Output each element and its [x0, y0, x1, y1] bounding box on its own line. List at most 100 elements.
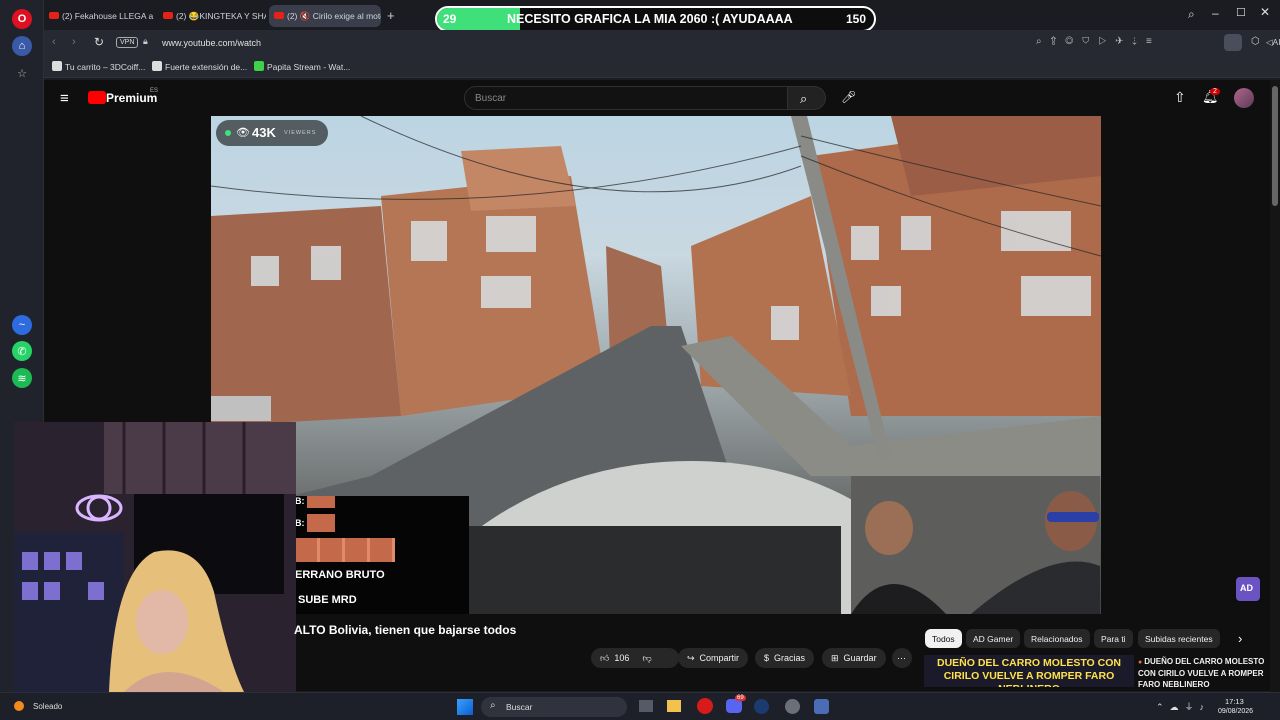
settings-gear-icon[interactable]: [814, 699, 829, 714]
tab-kingteka[interactable]: (2) 😂KINGTEKA Y SHAKA: [158, 5, 266, 27]
related-video-title[interactable]: ● DUEÑO DEL CARRO MOLESTO CON CIRILO VUE…: [1138, 656, 1266, 688]
save-icon: ⊞: [831, 652, 839, 663]
chip-for-you[interactable]: Para ti: [1094, 629, 1133, 648]
youtube-logo-icon[interactable]: [88, 91, 106, 104]
video-title: ALTO Bolivia, tienen que bajarse todos: [294, 623, 517, 637]
search-input[interactable]: Buscar: [464, 86, 788, 110]
task-view-icon[interactable]: [639, 700, 653, 712]
discord-icon[interactable]: [726, 699, 742, 713]
whatsapp-icon[interactable]: ✆: [12, 341, 32, 361]
address-bar-row: ‹ › ↻ VPN 🔒︎ www.youtube.com/watch ⌕⇪◎⛉▷…: [44, 30, 1280, 56]
related-thumbnail[interactable]: DUEÑO DEL CARRO MOLESTO CON CIRILO VUELV…: [924, 655, 1134, 687]
viewer-count-badge: 👁︎ 43K VIEWERS: [216, 120, 328, 146]
region-label: ES: [150, 88, 159, 94]
donation-current: 29: [443, 12, 457, 26]
opera-logo-icon[interactable]: O: [12, 9, 32, 29]
youtube-favicon-icon: [49, 12, 59, 19]
bookmark-extension[interactable]: Fuerte extensión de...: [152, 61, 247, 72]
thanks-button[interactable]: $ Gracias: [755, 648, 815, 668]
toolbar-extension-icons[interactable]: ⌕⇪◎⛉▷✈⇣≡: [1036, 36, 1161, 47]
tab-search-icon[interactable]: ⌕: [1188, 7, 1195, 22]
live-dot-icon: [225, 130, 231, 136]
chat-line: SUBE MRD: [298, 594, 357, 606]
new-tab-button[interactable]: +: [387, 8, 395, 23]
viewer-count: 43K: [252, 125, 276, 140]
profile-button[interactable]: [1224, 34, 1242, 51]
kick-favicon-icon: [254, 61, 264, 71]
share-icon: ↪: [687, 652, 695, 663]
youtube-favicon-icon: [163, 12, 173, 19]
ai-button[interactable]: ◁AI: [1266, 37, 1280, 48]
scrollbar[interactable]: [1270, 80, 1280, 692]
opera-taskbar-icon[interactable]: [697, 698, 713, 714]
chat-overlay: B: B: ERRANO BRUTO SUBE MRD: [295, 496, 469, 614]
close-window-button[interactable]: ✕: [1260, 5, 1270, 19]
search-button[interactable]: ⌕: [788, 86, 826, 110]
home-icon[interactable]: ⌂: [12, 36, 32, 56]
chip-all[interactable]: Todos: [925, 629, 962, 648]
emote-icon: [307, 496, 335, 508]
weather-icon: [14, 701, 24, 711]
chip-recent-uploads[interactable]: Subidas recientes: [1138, 629, 1220, 648]
bookmark-star-icon[interactable]: ☆: [12, 63, 32, 83]
chip-related[interactable]: Relacionados: [1024, 629, 1090, 648]
reload-icon[interactable]: ↻: [94, 35, 104, 49]
weather-label[interactable]: Soleado: [33, 702, 62, 711]
voice-search-icon[interactable]: 🎤︎: [841, 90, 856, 104]
bookmark-favicon-icon: [52, 61, 62, 71]
chat-line: B:: [295, 518, 305, 528]
extensions-icon[interactable]: ⬡: [1251, 36, 1260, 47]
file-explorer-icon[interactable]: [667, 700, 681, 712]
messenger-icon[interactable]: ~: [12, 315, 32, 335]
forward-button[interactable]: ›: [72, 36, 76, 48]
bookmarks-bar: Tu carrito – 3DCoiff... Fuerte extensión…: [44, 56, 1280, 78]
notification-badge: 2: [1210, 88, 1220, 95]
save-button[interactable]: ⊞ Guardar: [822, 648, 886, 668]
steam-icon[interactable]: [754, 699, 769, 714]
taskbar-search[interactable]: ⌕ Buscar: [481, 697, 627, 717]
clock-date[interactable]: 09/08/2026: [1218, 708, 1253, 715]
minimize-button[interactable]: –: [1212, 6, 1219, 20]
scrollbar-thumb[interactable]: [1272, 86, 1278, 206]
back-button[interactable]: ‹: [52, 36, 56, 48]
bookmark-favicon-icon: [152, 61, 162, 71]
streamer-webcam: [14, 422, 296, 692]
more-actions-button[interactable]: ⋯: [892, 648, 912, 668]
discord-badge: 69: [735, 695, 746, 701]
car-interior-camera: [851, 476, 1100, 614]
streamer-image: [14, 422, 296, 692]
dislike-button-icon[interactable]: 👎︎: [642, 653, 651, 664]
search-icon: ⌕: [490, 700, 496, 711]
start-button-icon[interactable]: [457, 699, 473, 715]
chevron-right-icon[interactable]: ›: [1238, 631, 1242, 646]
clock-time[interactable]: 17:13: [1225, 697, 1244, 706]
channel-watermark[interactable]: AD: [1236, 577, 1260, 601]
donation-message: NECESITO GRAFICA LA MIA 2060 :( AYUDAAAA: [507, 12, 793, 26]
emote-row-icon: [295, 538, 395, 562]
emote-icon: [307, 514, 335, 532]
chat-line: ERRANO BRUTO: [295, 569, 385, 581]
vpn-badge[interactable]: VPN: [116, 37, 139, 48]
bookmark-papita[interactable]: Papita Stream - Wat...: [254, 61, 350, 72]
like-button-icon[interactable]: 👍︎: [600, 653, 609, 664]
donation-goal: 150: [845, 12, 866, 26]
maximize-button[interactable]: ☐: [1236, 6, 1246, 19]
system-tray-icons[interactable]: ⌃☁⏚♪: [1156, 700, 1210, 713]
share-button[interactable]: ↪ Compartir: [678, 648, 749, 668]
like-count[interactable]: 106: [614, 653, 629, 663]
app-icon[interactable]: [785, 699, 800, 714]
tab-cirilo[interactable]: (2) 🔇 Cirilo exige al moto: [269, 5, 381, 27]
url-text[interactable]: www.youtube.com/watch: [162, 38, 261, 48]
chip-ad-gamer[interactable]: AD Gamer: [966, 629, 1021, 648]
donation-goal-bar: 29 NECESITO GRAFICA LA MIA 2060 :( AYUDA…: [435, 6, 876, 32]
passengers-image: [851, 476, 1100, 614]
menu-icon[interactable]: ≡: [60, 90, 69, 107]
avatar[interactable]: [1234, 88, 1254, 108]
lock-icon: 🔒︎: [143, 36, 148, 46]
spotify-icon[interactable]: ≋: [12, 368, 32, 388]
bookmark-3dcoiff[interactable]: Tu carrito – 3DCoiff...: [52, 61, 145, 72]
like-dislike-group: 👍︎ 106 👎︎: [591, 648, 679, 668]
windows-taskbar: Soleado ⌕ Buscar 69 ⌃☁⏚♪ 17:13 09/08/202…: [0, 692, 1280, 720]
upload-icon[interactable]: ⇧: [1174, 89, 1186, 106]
tab-fekahouse[interactable]: (2) Fekahouse LLEGA a Bo: [44, 5, 156, 27]
